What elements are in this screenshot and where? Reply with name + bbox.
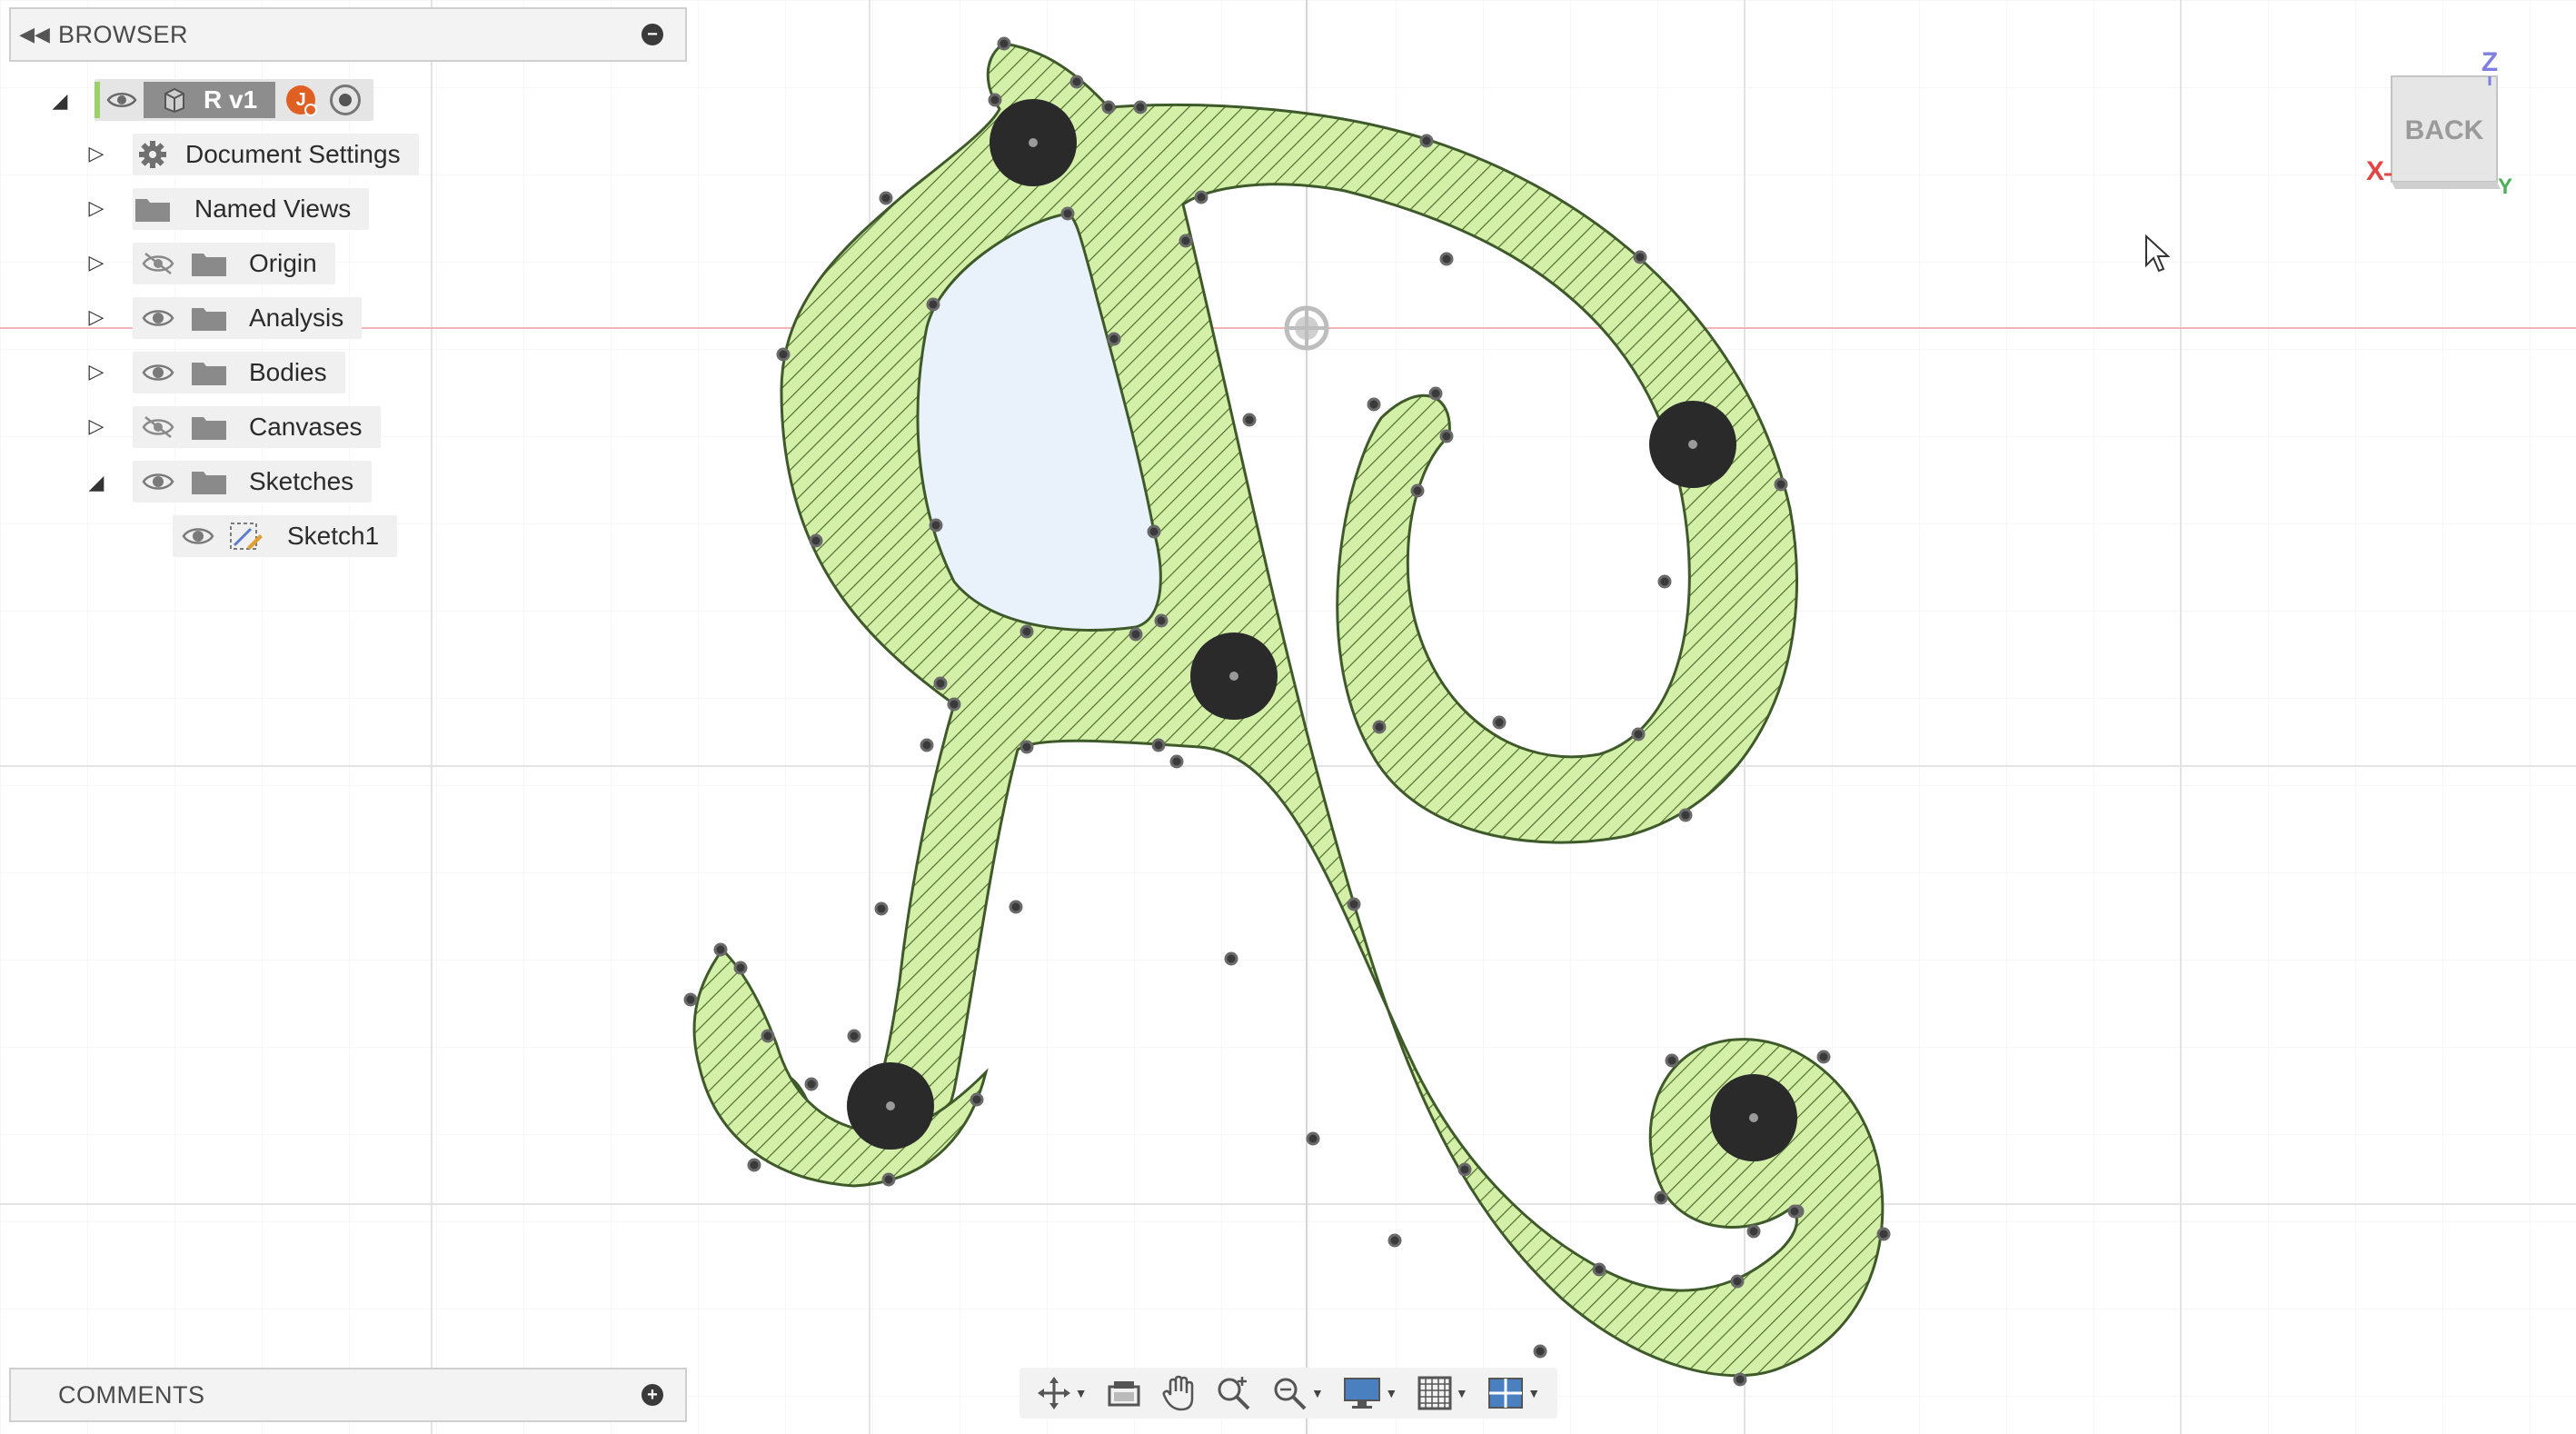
axis-y-label: Y xyxy=(2498,174,2512,199)
item-label: Named Views xyxy=(194,194,352,223)
caret-down-icon[interactable]: ▼ xyxy=(1385,1386,1397,1400)
browser-item-analysis[interactable]: ▷ Analysis xyxy=(84,296,363,340)
analysis-chip[interactable]: Analysis xyxy=(133,297,363,339)
folder-icon xyxy=(189,413,229,442)
fit-icon xyxy=(1274,1378,1307,1410)
browser-item-sketches[interactable]: ◢ Sketches xyxy=(84,460,373,503)
caret-down-icon[interactable]: ▼ xyxy=(1311,1386,1324,1400)
zoom-icon xyxy=(1218,1377,1250,1410)
collapsed-triangle-icon[interactable]: ▷ xyxy=(84,196,109,220)
item-label: Analysis xyxy=(249,304,344,332)
folder-icon xyxy=(133,194,173,224)
grid-tool[interactable]: ▼ xyxy=(1417,1371,1468,1415)
expanded-triangle-icon[interactable]: ◢ xyxy=(47,89,73,113)
component-name-label: R v1 xyxy=(204,85,258,114)
viewports-icon xyxy=(1488,1378,1524,1409)
folder-icon xyxy=(189,304,229,333)
orbit-tool[interactable]: ▼ xyxy=(1037,1371,1088,1415)
item-label: Sketches xyxy=(249,467,354,495)
comments-panel-header[interactable]: COMMENTS + xyxy=(9,1368,687,1422)
status-dot xyxy=(304,104,318,116)
root-component-chip[interactable]: R v1 J xyxy=(94,79,374,121)
component-name[interactable]: R v1 xyxy=(144,82,276,118)
browser-title: BROWSER xyxy=(58,20,189,48)
sketches-chip[interactable]: Sketches xyxy=(133,461,373,503)
origin-chip[interactable]: Origin xyxy=(133,243,335,284)
browser-item-bodies[interactable]: ▷ Bodies xyxy=(84,351,345,394)
mouse-cursor-icon xyxy=(2145,234,2171,273)
caret-down-icon[interactable]: ▼ xyxy=(1075,1386,1088,1400)
item-label: Canvases xyxy=(249,413,363,441)
sketch-icon xyxy=(225,522,265,551)
display-settings-icon xyxy=(1344,1378,1381,1409)
collapsed-triangle-icon[interactable]: ▷ xyxy=(84,251,109,274)
canvases-chip[interactable]: Canvases xyxy=(133,406,381,448)
plus-circle-icon[interactable]: + xyxy=(642,1384,663,1406)
component-icon xyxy=(164,87,184,114)
design-canvas[interactable] xyxy=(0,0,2576,1434)
look-at-icon xyxy=(1108,1381,1140,1407)
viewcube-edge[interactable] xyxy=(2392,182,2501,189)
document-settings-chip[interactable]: Document Settings xyxy=(133,134,419,175)
eye-icon[interactable] xyxy=(180,525,216,547)
viewcube-face-label: BACK xyxy=(2405,115,2484,145)
collapsed-triangle-icon[interactable]: ▷ xyxy=(84,142,109,165)
folder-icon xyxy=(189,249,229,278)
caret-down-icon[interactable]: ▼ xyxy=(1527,1386,1540,1400)
navigation-toolbar[interactable]: ▼ ▼ ▼ ▼ ▼ xyxy=(1019,1368,1557,1419)
caret-down-icon[interactable]: ▼ xyxy=(1456,1386,1468,1400)
collapsed-triangle-icon[interactable]: ▷ xyxy=(84,414,109,438)
browser-panel-header[interactable]: ◀◀ BROWSER − xyxy=(9,7,687,62)
collapsed-triangle-icon[interactable]: ▷ xyxy=(84,305,109,329)
browser-root-row[interactable]: ◢ R v1 J xyxy=(47,78,374,122)
named-views-chip[interactable]: Named Views xyxy=(133,188,370,230)
pan-icon xyxy=(1162,1375,1194,1411)
zoom-tool[interactable] xyxy=(1215,1371,1251,1415)
active-indicator xyxy=(94,82,100,118)
double-chevron-left-icon[interactable]: ◀◀ xyxy=(11,23,58,46)
item-label: Sketch1 xyxy=(287,522,380,550)
sketch1-chip[interactable]: Sketch1 xyxy=(173,515,398,557)
display-settings-tool[interactable]: ▼ xyxy=(1343,1371,1397,1415)
browser-item-document-settings[interactable]: ▷ Document Settings xyxy=(84,133,419,176)
origin-marker-icon[interactable] xyxy=(1284,305,1329,351)
orbit-icon xyxy=(1037,1377,1070,1409)
grid-icon xyxy=(1417,1376,1452,1410)
browser-item-sketch1[interactable]: Sketch1 xyxy=(173,514,398,558)
collapsed-triangle-icon[interactable]: ▷ xyxy=(84,360,109,383)
gear-icon xyxy=(133,140,173,169)
item-label: Bodies xyxy=(249,358,327,386)
fit-tool[interactable]: ▼ xyxy=(1271,1371,1324,1415)
activate-radio-icon[interactable] xyxy=(330,85,362,115)
item-label: Origin xyxy=(249,249,317,277)
eye-hidden-icon[interactable] xyxy=(140,416,176,438)
look-at-tool[interactable] xyxy=(1107,1371,1141,1415)
bodies-chip[interactable]: Bodies xyxy=(133,352,345,393)
browser-item-origin[interactable]: ▷ Origin xyxy=(84,242,335,285)
eye-icon[interactable] xyxy=(140,471,176,493)
axis-x-label: X xyxy=(2366,156,2384,186)
expanded-triangle-icon[interactable]: ◢ xyxy=(84,471,109,494)
folder-icon xyxy=(189,467,229,496)
browser-item-named-views[interactable]: ▷ Named Views xyxy=(84,187,370,231)
browser-item-canvases[interactable]: ▷ Canvases xyxy=(84,405,381,449)
eye-icon[interactable] xyxy=(140,362,176,383)
item-label: Document Settings xyxy=(185,140,401,168)
eye-icon[interactable] xyxy=(140,307,176,329)
viewports-tool[interactable]: ▼ xyxy=(1487,1371,1540,1415)
minus-circle-icon[interactable]: − xyxy=(642,24,663,45)
pan-tool[interactable] xyxy=(1161,1371,1196,1415)
eye-hidden-icon[interactable] xyxy=(140,253,176,274)
comments-title: COMMENTS xyxy=(58,1380,205,1409)
user-avatar-icon[interactable]: J xyxy=(286,85,318,116)
folder-icon xyxy=(189,358,229,387)
viewcube[interactable]: BACK Z X Y xyxy=(2362,45,2517,200)
axis-z-label: Z xyxy=(2482,47,2498,77)
eye-icon[interactable] xyxy=(104,89,140,111)
